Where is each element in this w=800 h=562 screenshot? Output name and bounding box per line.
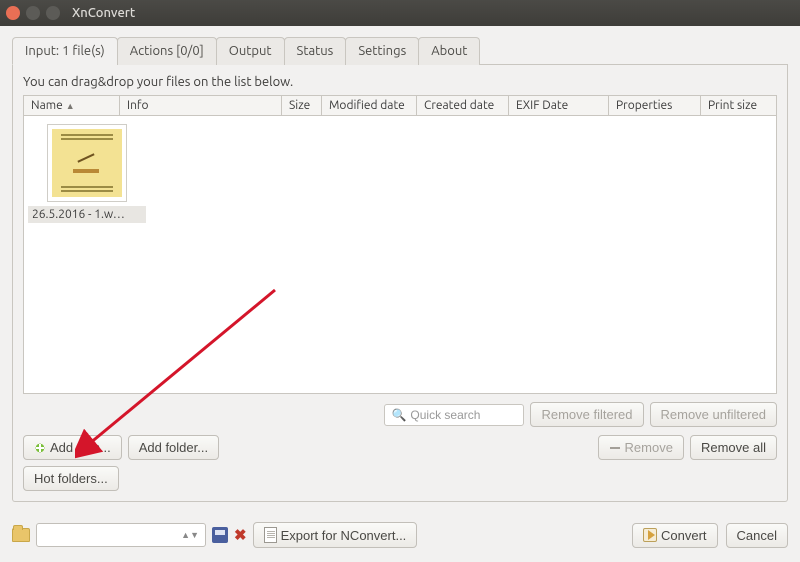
folder-icon[interactable] (12, 528, 30, 542)
list-item[interactable]: 26.5.2016 - 1.w… (28, 120, 146, 223)
quick-search-input[interactable]: 🔍 (384, 404, 524, 426)
window-title: XnConvert (72, 6, 135, 20)
minimize-icon[interactable] (26, 6, 40, 20)
minus-icon (609, 442, 621, 454)
search-icon: 🔍 (391, 408, 406, 422)
remove-unfiltered-button[interactable]: Remove unfiltered (650, 402, 778, 427)
export-nconvert-button[interactable]: Export for NConvert... (253, 522, 418, 548)
add-files-button[interactable]: Add files... (23, 435, 122, 460)
tab-actions[interactable]: Actions [0/0] (117, 37, 217, 65)
drop-hint: You can drag&drop your files on the list… (23, 75, 777, 89)
col-modified[interactable]: Modified date (322, 96, 417, 115)
chevron-updown-icon: ▲▼ (181, 530, 199, 540)
save-icon[interactable] (212, 527, 228, 543)
col-name[interactable]: Name ▲ (24, 96, 120, 115)
thumbnail-icon (47, 124, 127, 202)
hot-folders-button[interactable]: Hot folders... (23, 466, 119, 491)
col-properties[interactable]: Properties (609, 96, 701, 115)
col-printsize[interactable]: Print size (701, 96, 776, 115)
sort-indicator-icon: ▲ (66, 101, 75, 111)
preset-combo[interactable]: ▲▼ (36, 523, 206, 547)
add-folder-button[interactable]: Add folder... (128, 435, 219, 460)
remove-all-button[interactable]: Remove all (690, 435, 777, 460)
col-exif[interactable]: EXIF Date (509, 96, 609, 115)
maximize-icon[interactable] (46, 6, 60, 20)
export-label: Export for NConvert... (281, 528, 407, 543)
quick-search-field[interactable] (410, 408, 517, 422)
add-files-label: Add files... (50, 440, 111, 455)
document-icon (264, 527, 277, 543)
remove-filtered-button[interactable]: Remove filtered (530, 402, 643, 427)
remove-button[interactable]: Remove (598, 435, 684, 460)
tab-input[interactable]: Input: 1 file(s) (12, 37, 118, 65)
col-name-label: Name (31, 99, 63, 112)
close-icon[interactable] (6, 6, 20, 20)
input-panel: You can drag&drop your files on the list… (12, 65, 788, 502)
column-headers: Name ▲ Info Size Modified date Created d… (23, 95, 777, 116)
tab-settings[interactable]: Settings (345, 37, 419, 65)
convert-button[interactable]: Convert (632, 523, 718, 548)
titlebar: XnConvert (0, 0, 800, 26)
tabs: Input: 1 file(s) Actions [0/0] Output St… (12, 36, 788, 65)
footer: ▲▼ ✖ Export for NConvert... Convert Canc… (0, 514, 800, 556)
tab-about[interactable]: About (418, 37, 480, 65)
col-size[interactable]: Size (282, 96, 322, 115)
convert-label: Convert (661, 528, 707, 543)
remove-label: Remove (625, 440, 673, 455)
play-icon (643, 528, 657, 542)
col-created[interactable]: Created date (417, 96, 509, 115)
plus-icon (34, 442, 46, 454)
col-info[interactable]: Info (120, 96, 282, 115)
file-list[interactable]: 26.5.2016 - 1.w… (23, 116, 777, 394)
delete-icon[interactable]: ✖ (234, 526, 247, 544)
file-name: 26.5.2016 - 1.w… (28, 206, 146, 223)
tab-output[interactable]: Output (216, 37, 285, 65)
tab-status[interactable]: Status (284, 37, 347, 65)
cancel-button[interactable]: Cancel (726, 523, 788, 548)
